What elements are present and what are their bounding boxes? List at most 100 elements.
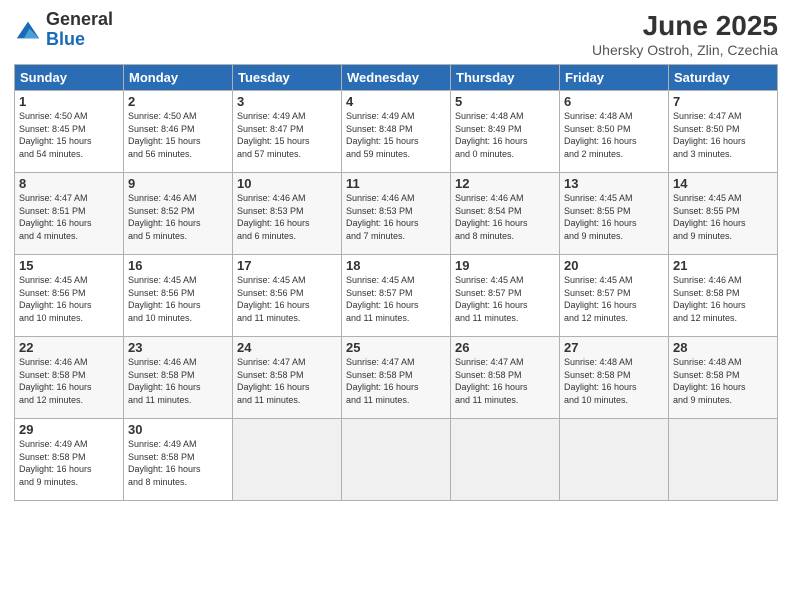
logo-blue-text: Blue [46, 30, 113, 50]
calendar-week-row: 22Sunrise: 4:46 AM Sunset: 8:58 PM Dayli… [15, 337, 778, 419]
day-info: Sunrise: 4:48 AM Sunset: 8:58 PM Dayligh… [673, 356, 773, 406]
day-info: Sunrise: 4:45 AM Sunset: 8:57 PM Dayligh… [346, 274, 446, 324]
table-row: 30Sunrise: 4:49 AM Sunset: 8:58 PM Dayli… [124, 419, 233, 501]
day-info: Sunrise: 4:49 AM Sunset: 8:58 PM Dayligh… [128, 438, 228, 488]
day-number: 26 [455, 340, 555, 355]
table-row: 12Sunrise: 4:46 AM Sunset: 8:54 PM Dayli… [451, 173, 560, 255]
day-number: 6 [564, 94, 664, 109]
table-row: 27Sunrise: 4:48 AM Sunset: 8:58 PM Dayli… [560, 337, 669, 419]
table-row: 8Sunrise: 4:47 AM Sunset: 8:51 PM Daylig… [15, 173, 124, 255]
table-row [669, 419, 778, 501]
table-row: 26Sunrise: 4:47 AM Sunset: 8:58 PM Dayli… [451, 337, 560, 419]
day-number: 24 [237, 340, 337, 355]
day-number: 21 [673, 258, 773, 273]
day-number: 4 [346, 94, 446, 109]
header-wednesday: Wednesday [342, 65, 451, 91]
table-row [451, 419, 560, 501]
table-row: 24Sunrise: 4:47 AM Sunset: 8:58 PM Dayli… [233, 337, 342, 419]
day-number: 20 [564, 258, 664, 273]
day-info: Sunrise: 4:49 AM Sunset: 8:48 PM Dayligh… [346, 110, 446, 160]
table-row [233, 419, 342, 501]
day-number: 27 [564, 340, 664, 355]
day-info: Sunrise: 4:46 AM Sunset: 8:52 PM Dayligh… [128, 192, 228, 242]
header-monday: Monday [124, 65, 233, 91]
day-info: Sunrise: 4:50 AM Sunset: 8:46 PM Dayligh… [128, 110, 228, 160]
table-row: 6Sunrise: 4:48 AM Sunset: 8:50 PM Daylig… [560, 91, 669, 173]
day-number: 18 [346, 258, 446, 273]
header-sunday: Sunday [15, 65, 124, 91]
header-tuesday: Tuesday [233, 65, 342, 91]
table-row: 28Sunrise: 4:48 AM Sunset: 8:58 PM Dayli… [669, 337, 778, 419]
day-info: Sunrise: 4:49 AM Sunset: 8:47 PM Dayligh… [237, 110, 337, 160]
table-row: 15Sunrise: 4:45 AM Sunset: 8:56 PM Dayli… [15, 255, 124, 337]
day-number: 3 [237, 94, 337, 109]
day-info: Sunrise: 4:47 AM Sunset: 8:58 PM Dayligh… [455, 356, 555, 406]
day-info: Sunrise: 4:49 AM Sunset: 8:58 PM Dayligh… [19, 438, 119, 488]
day-number: 10 [237, 176, 337, 191]
table-row: 13Sunrise: 4:45 AM Sunset: 8:55 PM Dayli… [560, 173, 669, 255]
table-row: 17Sunrise: 4:45 AM Sunset: 8:56 PM Dayli… [233, 255, 342, 337]
day-info: Sunrise: 4:48 AM Sunset: 8:49 PM Dayligh… [455, 110, 555, 160]
day-info: Sunrise: 4:47 AM Sunset: 8:50 PM Dayligh… [673, 110, 773, 160]
day-info: Sunrise: 4:46 AM Sunset: 8:58 PM Dayligh… [128, 356, 228, 406]
day-info: Sunrise: 4:45 AM Sunset: 8:55 PM Dayligh… [564, 192, 664, 242]
header-saturday: Saturday [669, 65, 778, 91]
table-row: 25Sunrise: 4:47 AM Sunset: 8:58 PM Dayli… [342, 337, 451, 419]
logo-general-text: General [46, 10, 113, 30]
table-row: 16Sunrise: 4:45 AM Sunset: 8:56 PM Dayli… [124, 255, 233, 337]
day-info: Sunrise: 4:46 AM Sunset: 8:58 PM Dayligh… [673, 274, 773, 324]
day-number: 12 [455, 176, 555, 191]
table-row: 20Sunrise: 4:45 AM Sunset: 8:57 PM Dayli… [560, 255, 669, 337]
day-number: 9 [128, 176, 228, 191]
day-info: Sunrise: 4:45 AM Sunset: 8:57 PM Dayligh… [564, 274, 664, 324]
day-number: 14 [673, 176, 773, 191]
calendar-week-row: 1Sunrise: 4:50 AM Sunset: 8:45 PM Daylig… [15, 91, 778, 173]
title-block: June 2025 Uhersky Ostroh, Zlin, Czechia [592, 10, 778, 58]
day-number: 19 [455, 258, 555, 273]
calendar-subtitle: Uhersky Ostroh, Zlin, Czechia [592, 42, 778, 58]
table-row: 2Sunrise: 4:50 AM Sunset: 8:46 PM Daylig… [124, 91, 233, 173]
page-header: General Blue June 2025 Uhersky Ostroh, Z… [14, 10, 778, 58]
day-number: 8 [19, 176, 119, 191]
calendar-header-row: Sunday Monday Tuesday Wednesday Thursday… [15, 65, 778, 91]
table-row: 4Sunrise: 4:49 AM Sunset: 8:48 PM Daylig… [342, 91, 451, 173]
day-info: Sunrise: 4:47 AM Sunset: 8:58 PM Dayligh… [237, 356, 337, 406]
day-info: Sunrise: 4:45 AM Sunset: 8:56 PM Dayligh… [19, 274, 119, 324]
day-info: Sunrise: 4:45 AM Sunset: 8:57 PM Dayligh… [455, 274, 555, 324]
day-number: 13 [564, 176, 664, 191]
day-number: 7 [673, 94, 773, 109]
day-number: 11 [346, 176, 446, 191]
day-number: 30 [128, 422, 228, 437]
calendar-title: June 2025 [592, 10, 778, 42]
table-row: 14Sunrise: 4:45 AM Sunset: 8:55 PM Dayli… [669, 173, 778, 255]
day-info: Sunrise: 4:48 AM Sunset: 8:50 PM Dayligh… [564, 110, 664, 160]
table-row: 7Sunrise: 4:47 AM Sunset: 8:50 PM Daylig… [669, 91, 778, 173]
day-info: Sunrise: 4:46 AM Sunset: 8:53 PM Dayligh… [346, 192, 446, 242]
day-info: Sunrise: 4:47 AM Sunset: 8:51 PM Dayligh… [19, 192, 119, 242]
table-row: 9Sunrise: 4:46 AM Sunset: 8:52 PM Daylig… [124, 173, 233, 255]
day-number: 2 [128, 94, 228, 109]
table-row: 1Sunrise: 4:50 AM Sunset: 8:45 PM Daylig… [15, 91, 124, 173]
table-row: 3Sunrise: 4:49 AM Sunset: 8:47 PM Daylig… [233, 91, 342, 173]
day-info: Sunrise: 4:46 AM Sunset: 8:58 PM Dayligh… [19, 356, 119, 406]
day-info: Sunrise: 4:45 AM Sunset: 8:56 PM Dayligh… [128, 274, 228, 324]
table-row: 18Sunrise: 4:45 AM Sunset: 8:57 PM Dayli… [342, 255, 451, 337]
day-number: 1 [19, 94, 119, 109]
table-row: 19Sunrise: 4:45 AM Sunset: 8:57 PM Dayli… [451, 255, 560, 337]
day-info: Sunrise: 4:46 AM Sunset: 8:53 PM Dayligh… [237, 192, 337, 242]
day-number: 17 [237, 258, 337, 273]
table-row: 21Sunrise: 4:46 AM Sunset: 8:58 PM Dayli… [669, 255, 778, 337]
day-number: 16 [128, 258, 228, 273]
table-row: 10Sunrise: 4:46 AM Sunset: 8:53 PM Dayli… [233, 173, 342, 255]
day-number: 5 [455, 94, 555, 109]
day-info: Sunrise: 4:50 AM Sunset: 8:45 PM Dayligh… [19, 110, 119, 160]
calendar-week-row: 29Sunrise: 4:49 AM Sunset: 8:58 PM Dayli… [15, 419, 778, 501]
logo: General Blue [14, 10, 113, 50]
table-row [342, 419, 451, 501]
logo-icon [14, 16, 42, 44]
table-row: 23Sunrise: 4:46 AM Sunset: 8:58 PM Dayli… [124, 337, 233, 419]
day-info: Sunrise: 4:45 AM Sunset: 8:56 PM Dayligh… [237, 274, 337, 324]
day-number: 23 [128, 340, 228, 355]
day-number: 15 [19, 258, 119, 273]
table-row: 22Sunrise: 4:46 AM Sunset: 8:58 PM Dayli… [15, 337, 124, 419]
